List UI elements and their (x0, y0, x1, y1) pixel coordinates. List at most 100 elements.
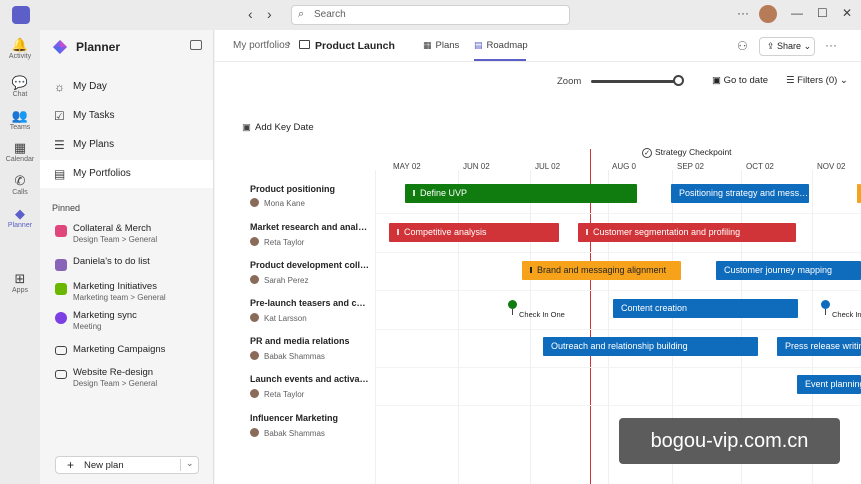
people-icon[interactable]: ⚇ (737, 39, 748, 53)
roadmap-icon: ▤ (474, 40, 483, 50)
forward-icon[interactable]: › (267, 6, 272, 22)
sidebar-item-my-tasks[interactable]: ☑ My Tasks (40, 102, 213, 130)
more-options-icon[interactable]: ··· (825, 38, 837, 52)
row-divider (375, 290, 861, 291)
teams-icon: 👥 (11, 108, 29, 123)
task-owner: Reta Taylor (250, 237, 304, 247)
owner-name: Kat Larsson (264, 314, 307, 323)
bar-handle (397, 229, 399, 235)
search-icon: ⌕ (298, 8, 305, 20)
rail-label: Apps (12, 287, 28, 294)
tab-label: Roadmap (486, 40, 528, 51)
sidebar-item-my-plans[interactable]: ☰ My Plans (40, 131, 213, 159)
share-button[interactable]: ⇪ Share ⌄ (759, 37, 815, 56)
rail-chat[interactable]: 💬 Chat (0, 75, 40, 98)
roadmap-bar[interactable]: Customer journey mapping (716, 261, 861, 280)
roadmap-bar[interactable]: Brand and messaging alignment (522, 261, 681, 280)
sidebar-item-label: My Portfolios (73, 168, 131, 179)
pinned-plan[interactable]: Marketing sync Meeting (40, 307, 213, 337)
tab-roadmap[interactable]: ▤ Roadmap (474, 40, 528, 51)
roadmap-bar[interactable]: Competitive analysis (389, 223, 559, 242)
roadmap-bar[interactable]: Content creation (613, 299, 798, 318)
rail-teams[interactable]: 👥 Teams (0, 108, 40, 131)
back-icon[interactable]: ‹ (248, 6, 253, 22)
collapse-sidebar-icon[interactable] (190, 40, 202, 50)
rail-calendar[interactable]: ▦ Calendar (0, 140, 40, 163)
plan-name: Marketing Campaigns (73, 344, 166, 355)
plan-name: Marketing Initiatives (73, 281, 157, 292)
breadcrumb-my-portfolios[interactable]: My portfolios (233, 40, 290, 51)
minimize-icon[interactable]: — (791, 6, 803, 20)
task-name[interactable]: Influencer Marketing (250, 413, 370, 423)
row-divider (375, 367, 861, 368)
sidebar-item-my-portfolios[interactable]: ▤ My Portfolios (40, 160, 213, 188)
avatar[interactable] (759, 5, 777, 23)
filters-button[interactable]: ☰ Filters (0) ⌄ (786, 75, 848, 86)
plus-icon: + (67, 458, 75, 472)
rail-label: Chat (12, 91, 28, 98)
task-name[interactable]: Product development collab (250, 260, 370, 270)
key-date-label: Strategy Checkpoint (655, 147, 732, 157)
roadmap-bar-edge[interactable] (857, 184, 861, 203)
task-name[interactable]: PR and media relations (250, 336, 370, 346)
sidebar-item-my-day[interactable]: ☼ My Day (40, 73, 213, 101)
bar-label: Define UVP (420, 188, 468, 198)
plan-location: Meeting (73, 322, 102, 331)
new-plan-button[interactable]: + New plan ⌄ (55, 456, 199, 474)
rail-activity[interactable]: 🔔 Activity (0, 37, 40, 60)
calendar-add-icon: ▣ (242, 122, 251, 133)
checkpoint-icon: ✓ (642, 148, 652, 158)
active-tab-indicator (474, 59, 526, 61)
roadmap-bar[interactable]: Press release writing (777, 337, 861, 356)
zoom-label: Zoom (557, 76, 582, 87)
month-label: SEP 02 (677, 162, 704, 171)
chevron-down-icon: ⌄ (801, 41, 812, 51)
roadmap-bar[interactable]: Customer segmentation and profiling (578, 223, 796, 242)
task-name[interactable]: Market research and analysis (250, 222, 370, 232)
go-to-date-button[interactable]: ▣ Go to date (712, 75, 768, 86)
search-placeholder: Search (314, 9, 346, 20)
rail-planner[interactable]: ◆ Planner (0, 206, 40, 229)
app-rail: 🔔 Activity 💬 Chat 👥 Teams ▦ Calendar ✆ Calls … (0, 30, 40, 484)
watermark: bogou-vip.com.cn (619, 418, 840, 464)
owner-name: Mona Kane (264, 199, 305, 208)
pinned-plan[interactable]: Website Re-design Design Team > General (40, 364, 213, 394)
bar-handle (586, 229, 588, 235)
task-name[interactable]: Product positioning (250, 184, 370, 194)
roadmap-bar[interactable]: Outreach and relationship building (543, 337, 758, 356)
zoom-slider[interactable] (591, 80, 679, 83)
month-label: AUG 0 (612, 162, 637, 171)
phone-icon: ✆ (14, 173, 26, 188)
rail-calls[interactable]: ✆ Calls (0, 173, 40, 196)
grid-line (458, 170, 459, 484)
task-owner: Mona Kane (250, 198, 305, 208)
pinned-plan[interactable]: Marketing Initiatives Marketing team > G… (40, 278, 213, 308)
key-date-marker[interactable]: ✓ Strategy Checkpoint (642, 147, 732, 158)
chat-icon: 💬 (11, 75, 29, 90)
close-icon[interactable]: ✕ (842, 6, 852, 20)
more-options-icon[interactable]: ··· (737, 6, 749, 20)
search-input[interactable]: ⌕ Search (291, 5, 570, 25)
grid-line (530, 170, 531, 484)
zoom-slider-thumb[interactable] (673, 75, 684, 86)
avatar (250, 428, 259, 437)
avatar (250, 198, 259, 207)
roadmap-bar[interactable]: Define UVP (405, 184, 637, 203)
month-label: NOV 02 (817, 162, 846, 171)
milestone-marker[interactable] (821, 300, 830, 309)
roadmap-bar[interactable]: Positioning strategy and mess… (671, 184, 809, 203)
grid-icon: ▦ (423, 40, 432, 50)
maximize-icon[interactable]: ☐ (817, 6, 828, 20)
row-divider (375, 405, 861, 406)
roadmap-bar[interactable]: Event planning (797, 375, 861, 394)
add-key-date-button[interactable]: ▣ Add Key Date (242, 122, 314, 133)
title-bar: ‹ › ⌕ Search ··· — ☐ ✕ (0, 0, 861, 30)
tab-plans[interactable]: ▦ Plans (423, 40, 459, 51)
milestone-marker[interactable] (508, 300, 517, 309)
rail-label: Calendar (5, 156, 35, 163)
chevron-down-icon[interactable]: ⌄ (186, 458, 194, 469)
task-name[interactable]: Launch events and activations (250, 374, 370, 384)
rail-apps[interactable]: ⊞ Apps (0, 271, 40, 294)
task-name[interactable]: Pre-launch teasers and cam… (250, 298, 370, 308)
pinned-plan[interactable]: Collateral & Merch Design Team > General (40, 220, 213, 250)
